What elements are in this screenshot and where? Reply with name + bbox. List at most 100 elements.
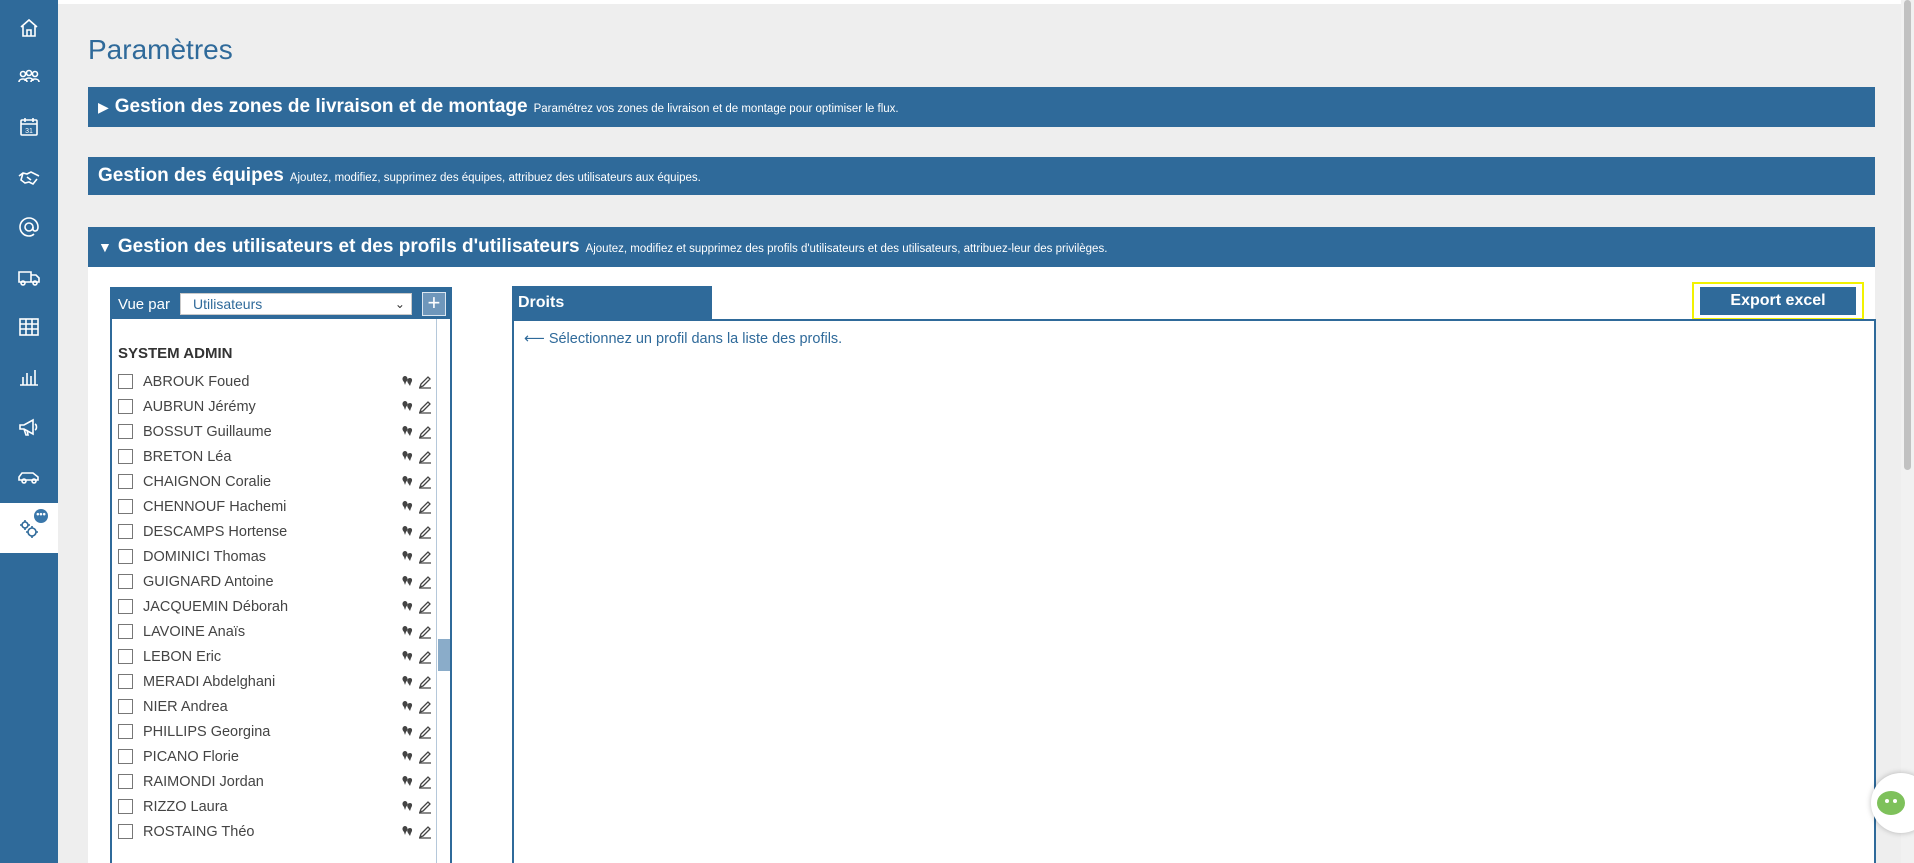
user-checkbox[interactable] (118, 799, 133, 814)
pen-icon[interactable] (418, 425, 432, 439)
user-checkbox[interactable] (118, 599, 133, 614)
pen-icon[interactable] (418, 650, 432, 664)
location-pin-icon[interactable] (400, 375, 414, 389)
page-scrollbar-thumb[interactable] (1904, 0, 1911, 470)
user-row[interactable]: ROSTAING Théo (118, 819, 438, 844)
vue-par-select[interactable]: Utilisateurs ⌄ (179, 293, 412, 315)
user-checkbox[interactable] (118, 499, 133, 514)
pen-icon[interactable] (418, 575, 432, 589)
pen-icon[interactable] (418, 550, 432, 564)
pen-icon[interactable] (418, 775, 432, 789)
location-pin-icon[interactable] (400, 725, 414, 739)
tab-droits[interactable]: Droits (512, 286, 712, 319)
user-row[interactable]: DESCAMPS Hortense (118, 519, 438, 544)
user-row[interactable]: GUIGNARD Antoine (118, 569, 438, 594)
pen-icon[interactable] (418, 800, 432, 814)
location-pin-icon[interactable] (400, 550, 414, 564)
user-checkbox[interactable] (118, 574, 133, 589)
user-row[interactable]: DOMINICI Thomas (118, 544, 438, 569)
user-name: LEBON Eric (143, 648, 222, 665)
user-row[interactable]: JACQUEMIN Déborah (118, 594, 438, 619)
pen-icon[interactable] (418, 500, 432, 514)
page-scrollbar[interactable] (1901, 0, 1914, 863)
section-users-header[interactable]: ▼ Gestion des utilisateurs et des profil… (88, 227, 1875, 267)
user-checkbox[interactable] (118, 399, 133, 414)
team-icon[interactable] (0, 53, 58, 101)
user-row[interactable]: PICANO Florie (118, 744, 438, 769)
location-pin-icon[interactable] (400, 625, 414, 639)
user-checkbox[interactable] (118, 474, 133, 489)
location-pin-icon[interactable] (400, 475, 414, 489)
user-checkbox[interactable] (118, 449, 133, 464)
user-checkbox[interactable] (118, 549, 133, 564)
home-icon[interactable] (0, 4, 58, 52)
user-checkbox[interactable] (118, 624, 133, 639)
user-checkbox[interactable] (118, 724, 133, 739)
user-row[interactable]: RAIMONDI Jordan (118, 769, 438, 794)
pen-icon[interactable] (418, 450, 432, 464)
user-row[interactable]: LAVOINE Anaïs (118, 619, 438, 644)
user-row[interactable]: MERADI Abdelghani (118, 669, 438, 694)
pen-icon[interactable] (418, 825, 432, 839)
location-pin-icon[interactable] (400, 450, 414, 464)
at-icon[interactable] (0, 203, 58, 251)
location-pin-icon[interactable] (400, 425, 414, 439)
location-pin-icon[interactable] (400, 400, 414, 414)
location-pin-icon[interactable] (400, 775, 414, 789)
gears-icon[interactable]: ••• (0, 503, 58, 553)
section-zones-header[interactable]: ▶ Gestion des zones de livraison et de m… (88, 87, 1875, 127)
user-row[interactable]: CHAIGNON Coralie (118, 469, 438, 494)
location-pin-icon[interactable] (400, 700, 414, 714)
user-checkbox[interactable] (118, 774, 133, 789)
car-icon[interactable] (0, 453, 58, 501)
location-pin-icon[interactable] (400, 800, 414, 814)
user-checkbox[interactable] (118, 524, 133, 539)
pen-icon[interactable] (418, 475, 432, 489)
user-row[interactable]: ABROUK Foued (118, 369, 438, 394)
export-excel-button[interactable]: Export excel (1700, 287, 1856, 315)
location-pin-icon[interactable] (400, 650, 414, 664)
location-pin-icon[interactable] (400, 750, 414, 764)
location-pin-icon[interactable] (400, 675, 414, 689)
pen-icon[interactable] (418, 725, 432, 739)
location-pin-icon[interactable] (400, 600, 414, 614)
truck-icon[interactable] (0, 253, 58, 301)
handshake-icon[interactable] (0, 153, 58, 201)
user-checkbox[interactable] (118, 699, 133, 714)
user-checkbox[interactable] (118, 649, 133, 664)
pen-icon[interactable] (418, 525, 432, 539)
users-scrollbar[interactable] (436, 319, 450, 863)
droits-panel: ⟵ Sélectionnez un profil dans la liste d… (512, 319, 1876, 863)
user-checkbox[interactable] (118, 749, 133, 764)
pen-icon[interactable] (418, 700, 432, 714)
user-checkbox[interactable] (118, 674, 133, 689)
pen-icon[interactable] (418, 400, 432, 414)
table-icon[interactable] (0, 303, 58, 351)
pen-icon[interactable] (418, 375, 432, 389)
user-row[interactable]: BRETON Léa (118, 444, 438, 469)
location-pin-icon[interactable] (400, 575, 414, 589)
pen-icon[interactable] (418, 750, 432, 764)
user-row[interactable]: CHENNOUF Hachemi (118, 494, 438, 519)
user-checkbox[interactable] (118, 374, 133, 389)
location-pin-icon[interactable] (400, 825, 414, 839)
user-row[interactable]: AUBRUN Jérémy (118, 394, 438, 419)
user-row[interactable]: LEBON Eric (118, 644, 438, 669)
pen-icon[interactable] (418, 625, 432, 639)
user-checkbox[interactable] (118, 824, 133, 839)
user-checkbox[interactable] (118, 424, 133, 439)
section-equipes-header[interactable]: Gestion des équipes Ajoutez, modifiez, s… (88, 157, 1875, 195)
calendar-icon[interactable]: 31 (0, 103, 58, 151)
pen-icon[interactable] (418, 675, 432, 689)
location-pin-icon[interactable] (400, 525, 414, 539)
user-row[interactable]: PHILLIPS Georgina (118, 719, 438, 744)
megaphone-icon[interactable] (0, 403, 58, 451)
user-row[interactable]: RIZZO Laura (118, 794, 438, 819)
location-pin-icon[interactable] (400, 500, 414, 514)
user-row[interactable]: NIER Andrea (118, 694, 438, 719)
pen-icon[interactable] (418, 600, 432, 614)
user-row[interactable]: BOSSUT Guillaume (118, 419, 438, 444)
users-scrollbar-thumb[interactable] (438, 639, 450, 671)
add-button[interactable]: + (421, 292, 446, 316)
bar-chart-icon[interactable] (0, 353, 58, 401)
